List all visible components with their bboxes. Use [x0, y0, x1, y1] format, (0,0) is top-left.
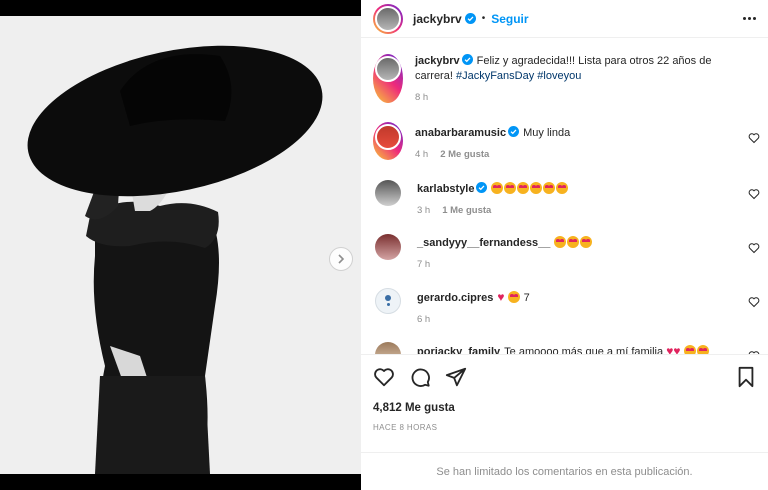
hashtag-link[interactable]: #JackyFansDay — [456, 70, 534, 82]
comment-time: 4 h — [415, 149, 429, 160]
comment-username[interactable]: karlabstyle — [417, 183, 474, 195]
comment-body: Muy linda — [523, 127, 571, 139]
bookmark-icon[interactable] — [736, 366, 756, 388]
divider — [361, 354, 768, 355]
post-time: HACE 8 HORAS — [373, 423, 438, 432]
photo-illustration — [0, 16, 361, 474]
comment-likes[interactable]: 2 Me gusta — [440, 149, 489, 160]
comment-body: 7 — [523, 292, 530, 304]
comments-limited-notice: Se han limitado los comentarios en esta … — [361, 452, 768, 490]
more-options-icon[interactable] — [743, 17, 756, 20]
comment-avatar[interactable] — [373, 122, 403, 160]
heart-icon[interactable] — [748, 242, 760, 254]
share-icon[interactable] — [445, 366, 467, 388]
comment-username[interactable]: gerardo.cipres — [417, 292, 493, 304]
comment-text: karlabstyle — [417, 182, 569, 197]
comment-body: Te amoooo más que a mí familia — [504, 346, 664, 354]
comment-text: gerardo.cipres ♥ 7 — [417, 290, 530, 306]
verified-badge-icon — [461, 54, 473, 65]
comment-text: _sandyyy__fernandess__ — [417, 236, 593, 251]
comment-username[interactable]: anabarbaramusic — [415, 127, 506, 139]
comment-row: karlabstyle 3 h 1 Me gusta — [361, 178, 768, 216]
chevron-right-icon — [338, 254, 345, 264]
comment-row: _sandyyy__fernandess__ 7 h — [361, 232, 768, 270]
post-header: jackybrv • Seguir — [361, 0, 768, 38]
post-details: jackybrv • Seguir jackybrv Feliz y agrade… — [361, 0, 768, 490]
caption-text: jackybrv Feliz y agradecida!!! Lista para… — [415, 54, 715, 84]
heart-icon[interactable] — [748, 296, 760, 308]
heart-icon[interactable] — [373, 366, 395, 388]
verified-badge-icon — [476, 182, 488, 193]
comment-time: 7 h — [417, 259, 431, 270]
action-bar — [373, 364, 756, 390]
red-heart-emoji: ♥ — [497, 290, 505, 304]
follow-button[interactable]: Seguir — [491, 12, 528, 26]
comment-time: 6 h — [417, 314, 431, 325]
author-avatar[interactable] — [373, 3, 403, 34]
comment-username[interactable]: porjacky_family — [417, 346, 500, 354]
comment-username[interactable]: _sandyyy__fernandess__ — [417, 237, 550, 249]
kiss-emoji — [507, 291, 520, 303]
post-photo — [0, 16, 361, 474]
heart-eyes-emoji — [491, 182, 569, 195]
verified-badge-icon — [464, 13, 476, 24]
comments-list: jackybrv Feliz y agradecida!!! Lista para… — [361, 44, 768, 354]
comment-avatar[interactable] — [375, 180, 401, 206]
heart-icon[interactable] — [748, 188, 760, 200]
verified-badge-icon — [508, 126, 520, 137]
comment-text: anabarbaramusic Muy linda — [415, 126, 570, 141]
author-username[interactable]: jackybrv — [413, 12, 462, 26]
comment-row: anabarbaramusic Muy linda 4 h 2 Me gusta — [361, 122, 768, 160]
likes-count[interactable]: 4,812 Me gusta — [373, 402, 455, 414]
comment-icon[interactable] — [409, 366, 431, 388]
next-photo-button[interactable] — [329, 247, 353, 271]
caption: jackybrv Feliz y agradecida!!! Lista para… — [361, 54, 768, 103]
comment-text: porjacky_family Te amoooo más que a mí fa… — [417, 344, 710, 354]
comment-row: porjacky_family Te amoooo más que a mí fa… — [361, 340, 768, 354]
comment-avatar[interactable] — [375, 234, 401, 260]
comment-row: gerardo.cipres ♥ 7 6 h — [361, 286, 768, 325]
caption-time: 8 h — [415, 92, 429, 103]
heart-eyes-emoji — [554, 236, 593, 249]
comment-time: 3 h — [417, 205, 431, 216]
heart-icon[interactable] — [748, 132, 760, 144]
comment-avatar[interactable] — [375, 288, 401, 314]
comment-likes[interactable]: 1 Me gusta — [442, 205, 491, 216]
comment-avatar[interactable] — [375, 342, 401, 354]
caption-avatar[interactable] — [373, 54, 403, 103]
caption-username[interactable]: jackybrv — [415, 55, 460, 67]
separator-dot: • — [481, 13, 486, 24]
hashtag-link[interactable]: #loveyou — [537, 70, 581, 82]
